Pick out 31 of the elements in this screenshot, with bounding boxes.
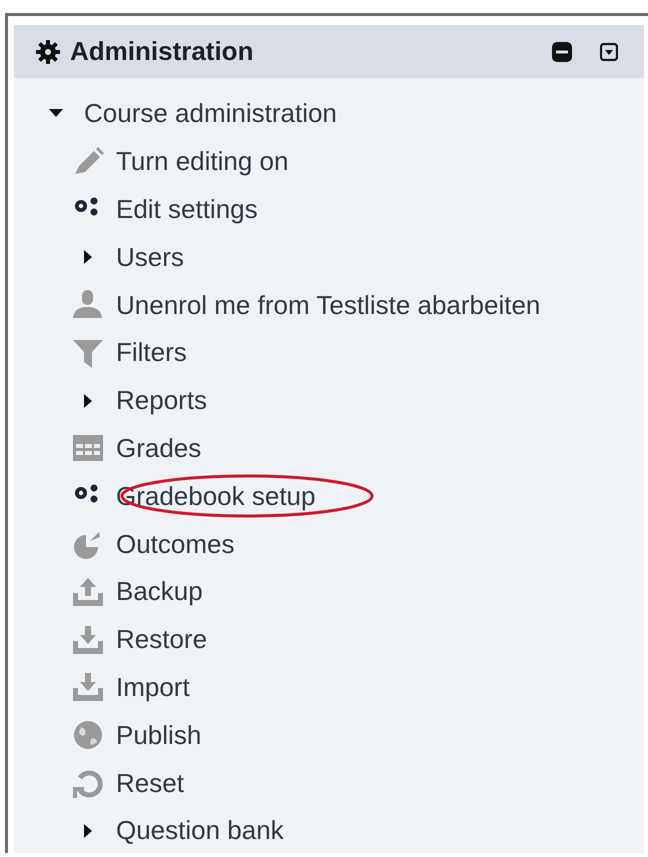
- caret-right-icon[interactable]: [84, 824, 92, 838]
- download-icon: [72, 672, 104, 702]
- block-title: Administration: [70, 36, 254, 67]
- menu-link[interactable]: Outcomes: [116, 528, 234, 560]
- menu-link[interactable]: Reset: [116, 768, 184, 799]
- caret-down-icon[interactable]: [49, 109, 63, 118]
- menu-link[interactable]: Import: [116, 672, 190, 703]
- menu-link[interactable]: Restore: [116, 624, 208, 656]
- menu-link[interactable]: Edit settings: [116, 194, 258, 225]
- reset-icon: [72, 768, 104, 798]
- pencil-icon: [72, 146, 104, 177]
- download-icon: [72, 624, 104, 655]
- user-icon: [72, 290, 104, 320]
- dropdown-button[interactable]: [600, 42, 618, 60]
- menu-link[interactable]: Unenrol me from Testliste abarbeiten: [116, 290, 540, 321]
- minimize-button[interactable]: [552, 42, 572, 62]
- menu-link[interactable]: Filters: [116, 337, 187, 368]
- table-icon: [72, 433, 104, 464]
- globe-icon: [72, 720, 104, 750]
- caret-right-icon[interactable]: [84, 394, 92, 408]
- menu-link[interactable]: Grades: [116, 432, 202, 464]
- tree-branch-link[interactable]: Reports: [116, 385, 208, 416]
- upload-icon: [72, 576, 104, 607]
- tree-branch-link[interactable]: Users: [116, 242, 184, 273]
- menu-link[interactable]: Turn editing on: [116, 146, 288, 178]
- tree-branch-link[interactable]: Course administration: [84, 98, 337, 130]
- caret-right-icon[interactable]: [84, 250, 92, 264]
- tree-branch-link[interactable]: Question bank: [116, 815, 284, 846]
- filter-icon: [72, 338, 104, 368]
- menu-link[interactable]: Backup: [116, 576, 203, 608]
- menu-link[interactable]: Publish: [116, 720, 202, 751]
